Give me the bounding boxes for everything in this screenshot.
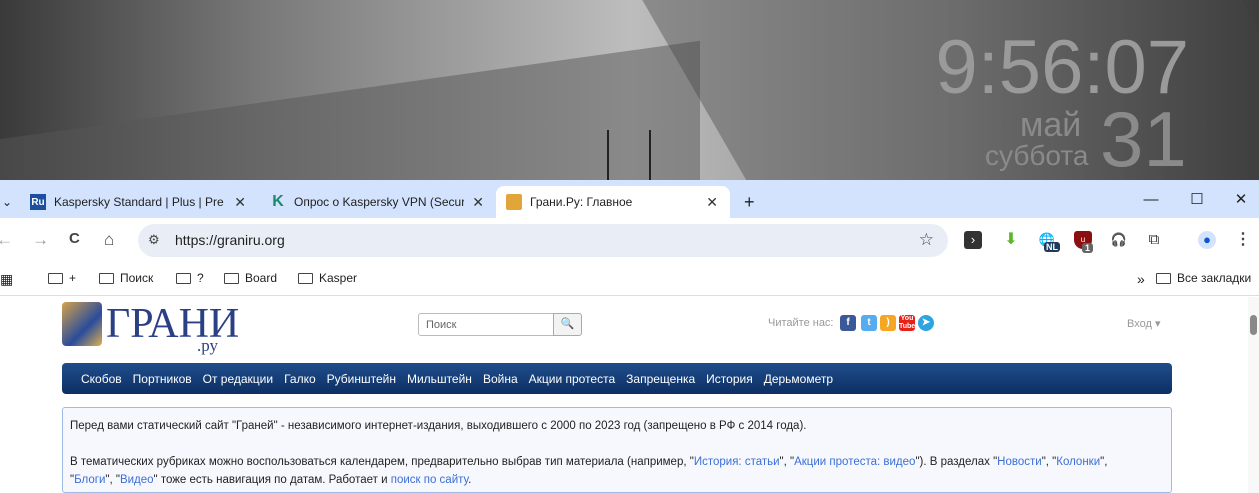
cube-favicon-icon — [506, 194, 522, 210]
kaspersky-favicon-icon: K — [272, 193, 284, 210]
folder-icon — [176, 272, 191, 284]
web-page: ГРАНИ .ру Поиск 🔍 Читайте нас: f t ) You… — [0, 297, 1248, 493]
forward-button[interactable]: → — [32, 230, 49, 250]
extension-dark-icon[interactable]: › — [964, 231, 982, 249]
scrollbar-thumb[interactable] — [1250, 315, 1257, 335]
link-protest-video[interactable]: Акции протеста: видео — [794, 456, 915, 468]
bookmark-folder[interactable]: + — [48, 271, 76, 285]
nav-portnikov[interactable]: Портников — [133, 372, 192, 386]
bookmark-label: Kasper — [319, 271, 358, 285]
url-text[interactable]: https://graniru.org — [175, 232, 285, 248]
apps-grid-icon[interactable]: ▦ — [0, 271, 13, 288]
site-info-icon[interactable]: ⚙ — [148, 232, 160, 248]
tab-kaspersky-vpn[interactable]: K Опрос о Kaspersky VPN (Secure ✕ — [260, 186, 496, 218]
link-site-search[interactable]: поиск по сайту — [391, 474, 468, 486]
folder-icon — [298, 272, 313, 284]
nav-skobov[interactable]: Скобов — [81, 372, 122, 386]
bookmark-label: Board — [245, 271, 278, 285]
folder-icon — [224, 272, 239, 284]
logo-text: ГРАНИ — [106, 301, 240, 347]
clock-month: май — [1020, 106, 1082, 144]
notice-paragraph-2: В тематических рубриках можно воспользов… — [70, 456, 1108, 486]
tab-title: Грани.Ру: Главное — [530, 195, 633, 209]
info-notice: Перед вами статический сайт "Граней" - н… — [62, 407, 1172, 493]
folder-icon — [99, 272, 114, 284]
cube-logo-icon — [62, 302, 102, 346]
notice-paragraph-1: Перед вами статический сайт "Граней" - н… — [70, 420, 807, 432]
ublock-count-badge: 1 — [1082, 243, 1094, 253]
bookmark-label: ? — [197, 271, 204, 285]
tab-kaspersky-standard[interactable]: Ru Kaspersky Standard | Plus | Prem ✕ — [20, 186, 258, 218]
chrome-menu-button[interactable]: ⋮ — [1234, 231, 1252, 249]
bookmark-folder[interactable]: Поиск — [99, 271, 153, 285]
desktop-wallpaper: 9:56:07 май суббота 31 — [0, 0, 1259, 180]
profile-avatar-icon[interactable]: ● — [1198, 231, 1216, 249]
close-tab-icon[interactable]: ✕ — [706, 194, 718, 211]
browser-toolbar: ← → C ⌂ ⚙ https://graniru.org ☆ › ⬇ 🌐 NL… — [0, 218, 1259, 262]
tab-title: Опрос о Kaspersky VPN (Secure — [294, 195, 464, 209]
bookmark-label: Поиск — [120, 271, 154, 285]
home-button[interactable]: ⌂ — [104, 230, 114, 250]
nav-war[interactable]: Война — [483, 372, 518, 386]
nav-dermometr[interactable]: Дерьмометр — [764, 372, 833, 386]
telegram-icon[interactable]: ➤ — [918, 315, 934, 331]
headphones-extension-icon[interactable]: 🎧 — [1110, 231, 1128, 249]
clock-weekday: суббота — [985, 140, 1089, 171]
all-bookmarks-button[interactable]: Все закладки — [1156, 271, 1251, 285]
link-history-articles[interactable]: История: статьи — [694, 456, 780, 468]
new-tab-button[interactable]: + — [734, 186, 765, 218]
grani-logo[interactable]: ГРАНИ .ру — [62, 301, 239, 355]
link-news[interactable]: Новости — [997, 456, 1042, 468]
rss-icon[interactable]: ) — [880, 315, 896, 331]
bookmark-label: + — [69, 271, 77, 285]
download-arrow-extension-icon[interactable]: ⬇ — [1002, 231, 1020, 249]
close-tab-icon[interactable]: ✕ — [472, 194, 484, 211]
close-window-button[interactable]: ✕ — [1218, 180, 1259, 218]
bookmark-folder[interactable]: Board — [224, 271, 277, 285]
maximize-button[interactable]: ☐ — [1174, 180, 1220, 218]
ru-favicon-icon: Ru — [30, 194, 46, 210]
page-scrollbar[interactable] — [1248, 297, 1259, 493]
nav-milstein[interactable]: Мильштейн — [407, 372, 472, 386]
minimize-button[interactable]: — — [1128, 180, 1174, 218]
bookmark-folder[interactable]: Kasper — [298, 271, 357, 285]
logo-subtext: .ру — [197, 336, 219, 355]
extensions-puzzle-icon[interactable]: ⧉ — [1145, 231, 1163, 249]
facebook-icon[interactable]: f — [840, 315, 856, 331]
folder-icon — [1156, 272, 1171, 284]
nav-banned[interactable]: Запрещенка — [626, 372, 695, 386]
nav-protests[interactable]: Акции протеста — [529, 372, 616, 386]
bookmarks-bar: ▦ + Поиск ? Board Kasper » Все закладки — [0, 262, 1259, 296]
login-dropdown[interactable]: Вход ▾ — [1127, 317, 1160, 330]
nav-history[interactable]: История — [706, 372, 753, 386]
youtube-icon[interactable]: You Tube — [899, 315, 915, 331]
reload-button[interactable]: C — [69, 230, 80, 247]
link-video[interactable]: Видео — [120, 474, 154, 486]
back-button[interactable]: ← — [0, 230, 13, 250]
search-button[interactable]: 🔍 — [553, 313, 582, 336]
nav-editorial[interactable]: От редакции — [203, 372, 273, 386]
link-blogs[interactable]: Блоги — [74, 474, 105, 486]
link-columns[interactable]: Колонки — [1056, 456, 1100, 468]
nav-galko[interactable]: Галко — [284, 372, 316, 386]
tab-search-button[interactable]: ⌄ — [0, 186, 14, 218]
read-us-label: Читайте нас: — [768, 317, 834, 329]
more-bookmarks-button[interactable]: » — [1137, 271, 1145, 287]
tab-grani-active[interactable]: Грани.Ру: Главное ✕ — [496, 186, 730, 218]
site-search-input[interactable]: Поиск — [418, 313, 554, 336]
main-nav: Скобов Портников От редакции Галко Рубин… — [62, 363, 1172, 394]
clock-day: 31 — [1100, 95, 1187, 180]
bookmark-folder[interactable]: ? — [176, 271, 204, 285]
nl-badge: NL — [1044, 242, 1060, 252]
address-bar[interactable]: ⚙ https://graniru.org ☆ — [138, 224, 948, 257]
tab-title: Kaspersky Standard | Plus | Prem — [54, 195, 224, 209]
folder-icon — [48, 272, 63, 284]
tab-strip: ⌄ Ru Kaspersky Standard | Plus | Prem ✕ … — [0, 180, 1259, 218]
bookmark-star-icon[interactable]: ☆ — [919, 230, 934, 250]
twitter-icon[interactable]: t — [861, 315, 877, 331]
bookmark-label: Все закладки — [1177, 271, 1252, 285]
nav-rubinstein[interactable]: Рубинштейн — [327, 372, 396, 386]
magnifier-icon: 🔍 — [560, 318, 575, 330]
close-tab-icon[interactable]: ✕ — [234, 194, 246, 211]
